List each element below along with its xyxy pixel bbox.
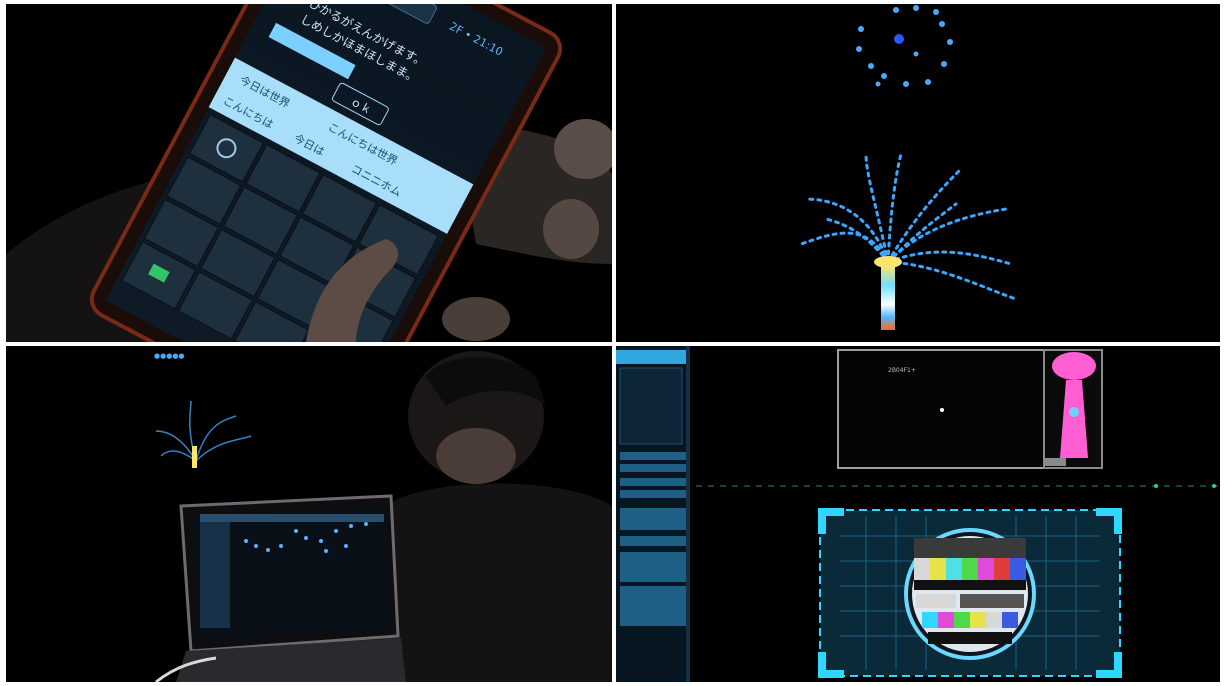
distant-fountain [155,400,252,462]
light-fountain-photo [616,4,1220,342]
light-tower [881,266,895,330]
led-ring [856,5,953,87]
laptop-operator-photo: ●●●●● [6,346,612,682]
control-monitor-photo: 2B04F1+ [616,346,1220,682]
tower-model [1052,352,1096,380]
color-bars [914,558,1026,580]
led-streams [799,152,1018,301]
phone-input-photo: 2F • 21:10 ひかるがえんかげます。 しめしかほまほしまま。 ｏｋ 今日… [6,4,612,342]
svg-text:●●●●●: ●●●●● [154,352,185,360]
laptop [176,494,406,682]
control-sidebar[interactable] [620,452,686,626]
preview-caption: 2B04F1+ [888,367,916,374]
preview-window [837,349,1051,469]
